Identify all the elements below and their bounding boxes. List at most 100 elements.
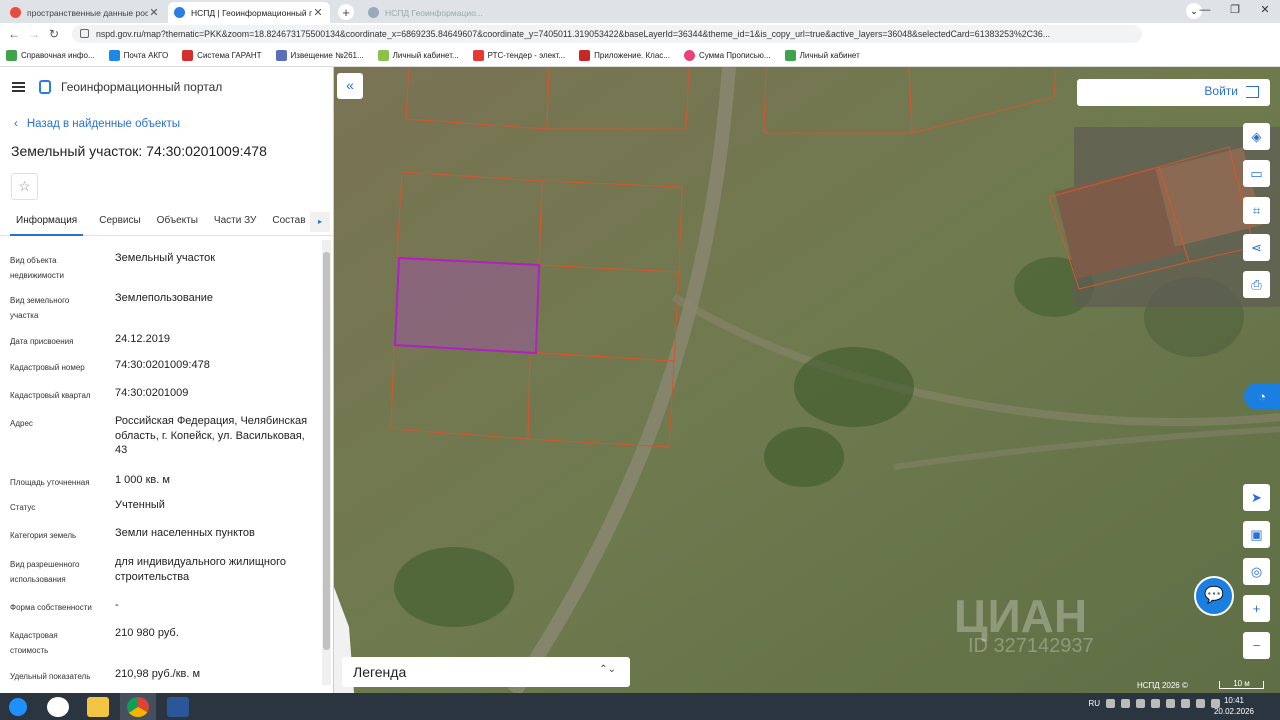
locate-point-icon[interactable]: ◎ [1243,558,1270,585]
bookmark-label: Приложение. Клас... [594,51,670,60]
chrome-icon [127,696,149,717]
zoom-in-button[interactable]: + [1243,595,1270,622]
property-label: Адрес [10,419,33,428]
clock[interactable]: 10:41 20.02.2026 [1214,695,1254,717]
property-value: 74:30:0201009 [115,387,189,399]
tabs-next-icon[interactable]: ▸ [310,212,330,232]
browser-tab-2[interactable]: НСПД | Геоинформационный п ✕ [168,2,330,23]
taskbar-chrome[interactable] [120,693,156,720]
word-icon [167,696,189,717]
portal-header: Геоинформационный портал [0,67,333,107]
property-value: 1 000 кв. м [115,474,170,486]
bookmark-label: Извещение №261... [290,51,364,60]
tray-icon[interactable] [1151,699,1160,708]
bookmark-item[interactable]: Почта АКГО [108,50,168,61]
bookmark-label: Личный кабинет [799,51,860,60]
tray-icon[interactable] [1121,699,1130,708]
close-tab-icon[interactable]: ✕ [312,6,324,19]
tab-parts[interactable]: Части ЗУ [214,210,256,236]
bookmark-item[interactable]: Личный кабинет [784,50,860,61]
hamburger-menu-icon[interactable] [12,82,25,92]
taskbar-explorer[interactable] [80,693,116,720]
tab-title: НСПД Геоинформацио... [385,7,483,18]
chat-icon[interactable]: 💬 [1194,576,1234,616]
bookmark-label: РТС-тендер - элект... [487,51,566,60]
url-field[interactable]: nspd.gov.ru/map?thematic=PKK&zoom=18.824… [72,25,1142,43]
lang-indicator[interactable]: RU [1088,699,1100,708]
maximize-icon[interactable]: ❐ [1220,0,1250,20]
start-button[interactable] [0,693,36,720]
new-tab-button[interactable]: + [338,4,354,20]
property-label: Вид разрешенного использования [10,560,80,584]
taskbar-word[interactable] [160,693,196,720]
tab-objects[interactable]: Объекты [157,210,198,236]
tray-icon[interactable] [1181,699,1190,708]
scale-label: 10 м [1233,679,1250,688]
legend-label: Легенда [353,664,407,680]
taskbar-yandex[interactable] [40,693,76,720]
back-icon[interactable]: ← [4,27,24,41]
bookmark-label: Сумма Прописью... [698,51,771,60]
nspd-favicon-icon [368,7,379,18]
property-value: Земли населенных пунктов [115,527,255,539]
map-copyright: НСПД 2026 © [1137,681,1188,690]
back-label: Назад в найденные объекты [26,118,181,130]
tab-information[interactable]: Информация [10,210,84,236]
minimap-icon[interactable]: ▣ [1243,521,1270,548]
bookmark-item[interactable]: Система ГАРАНТ [182,50,262,61]
nspd-favicon-icon [174,7,185,18]
lock-icon [80,29,89,38]
legend-dropdown[interactable]: Легенда ⌃⌄ [342,657,630,687]
tab-composition[interactable]: Состав [272,210,305,236]
property-label: Площадь уточненная [10,478,90,487]
geolocate-icon[interactable]: ➤ [1243,484,1270,511]
select-area-icon[interactable]: ⌗ [1243,197,1270,224]
property-label: Категория земель [10,531,77,540]
layers-icon[interactable]: ◈ [1243,123,1270,150]
back-to-results-link[interactable]: ‹ Назад в найденные объекты [14,118,333,130]
window-controls: — ❐ ✕ [1190,0,1280,20]
bookmark-item[interactable]: Сумма Прописью... [683,50,771,61]
tab-services[interactable]: Сервисы [99,210,140,236]
share-icon[interactable]: ⋖ [1243,234,1270,261]
browser-tab-1[interactable]: пространственные данные рос ✕ [4,2,166,23]
close-tab-icon[interactable]: ✕ [148,6,160,19]
bookmark-item[interactable]: Приложение. Клас... [579,50,670,61]
bookmark-item[interactable]: РТС-тендер - элект... [472,50,566,61]
property-label: Кадастровый номер [10,363,85,372]
tray-icon[interactable] [1136,699,1145,708]
tray-icon[interactable] [1196,699,1205,708]
minimize-icon[interactable]: — [1190,0,1220,20]
favorite-star-icon[interactable]: ☆ [11,173,38,200]
zoom-out-button[interactable]: − [1243,632,1270,659]
windows-logo-icon [9,697,27,716]
bookmark-icon [377,50,389,61]
bookmark-item[interactable]: Извещение №261... [275,50,364,61]
print-icon[interactable]: ⎙ [1243,271,1270,298]
bookmark-item[interactable]: Личный кабинет... [377,50,459,61]
reload-icon[interactable]: ↻ [44,27,64,41]
login-button[interactable]: Войти [1077,79,1270,106]
tray-icon[interactable] [1106,699,1115,708]
property-label: Статус [10,503,36,512]
bookmark-label: Справочная инфо... [21,51,95,60]
map-view[interactable]: ЦИАН ID 327142937 « Войти ◈ ▭ ⌗ ⋖ ⎙ ◔ ➤ … [334,67,1280,693]
assistant-icon[interactable]: ◔ [1244,383,1280,410]
tab-title: НСПД | Геоинформационный п [191,7,312,18]
forward-icon[interactable]: → [24,27,44,41]
bookmark-icon [182,50,194,61]
expand-icon: ⌃⌄ [599,664,616,675]
portal-title: Геоинформационный портал [61,80,223,94]
browser-tab-3[interactable]: НСПД Геоинформацио... [362,2,524,23]
collapse-sidebar-button[interactable]: « [337,73,363,99]
scrollbar-thumb[interactable] [323,252,330,650]
bookmarks-bar: Справочная инфо... Почта АКГО Система ГА… [0,45,1280,67]
tray-icon[interactable] [1166,699,1175,708]
bookmark-label: Личный кабинет... [392,51,459,60]
sidebar-scrollbar[interactable] [322,240,331,685]
ruler-icon[interactable]: ▭ [1243,160,1270,187]
bookmark-icon [6,50,17,61]
close-window-icon[interactable]: ✕ [1250,0,1280,20]
system-tray: RU [1088,699,1220,708]
bookmark-item[interactable]: Справочная инфо... [6,50,95,61]
